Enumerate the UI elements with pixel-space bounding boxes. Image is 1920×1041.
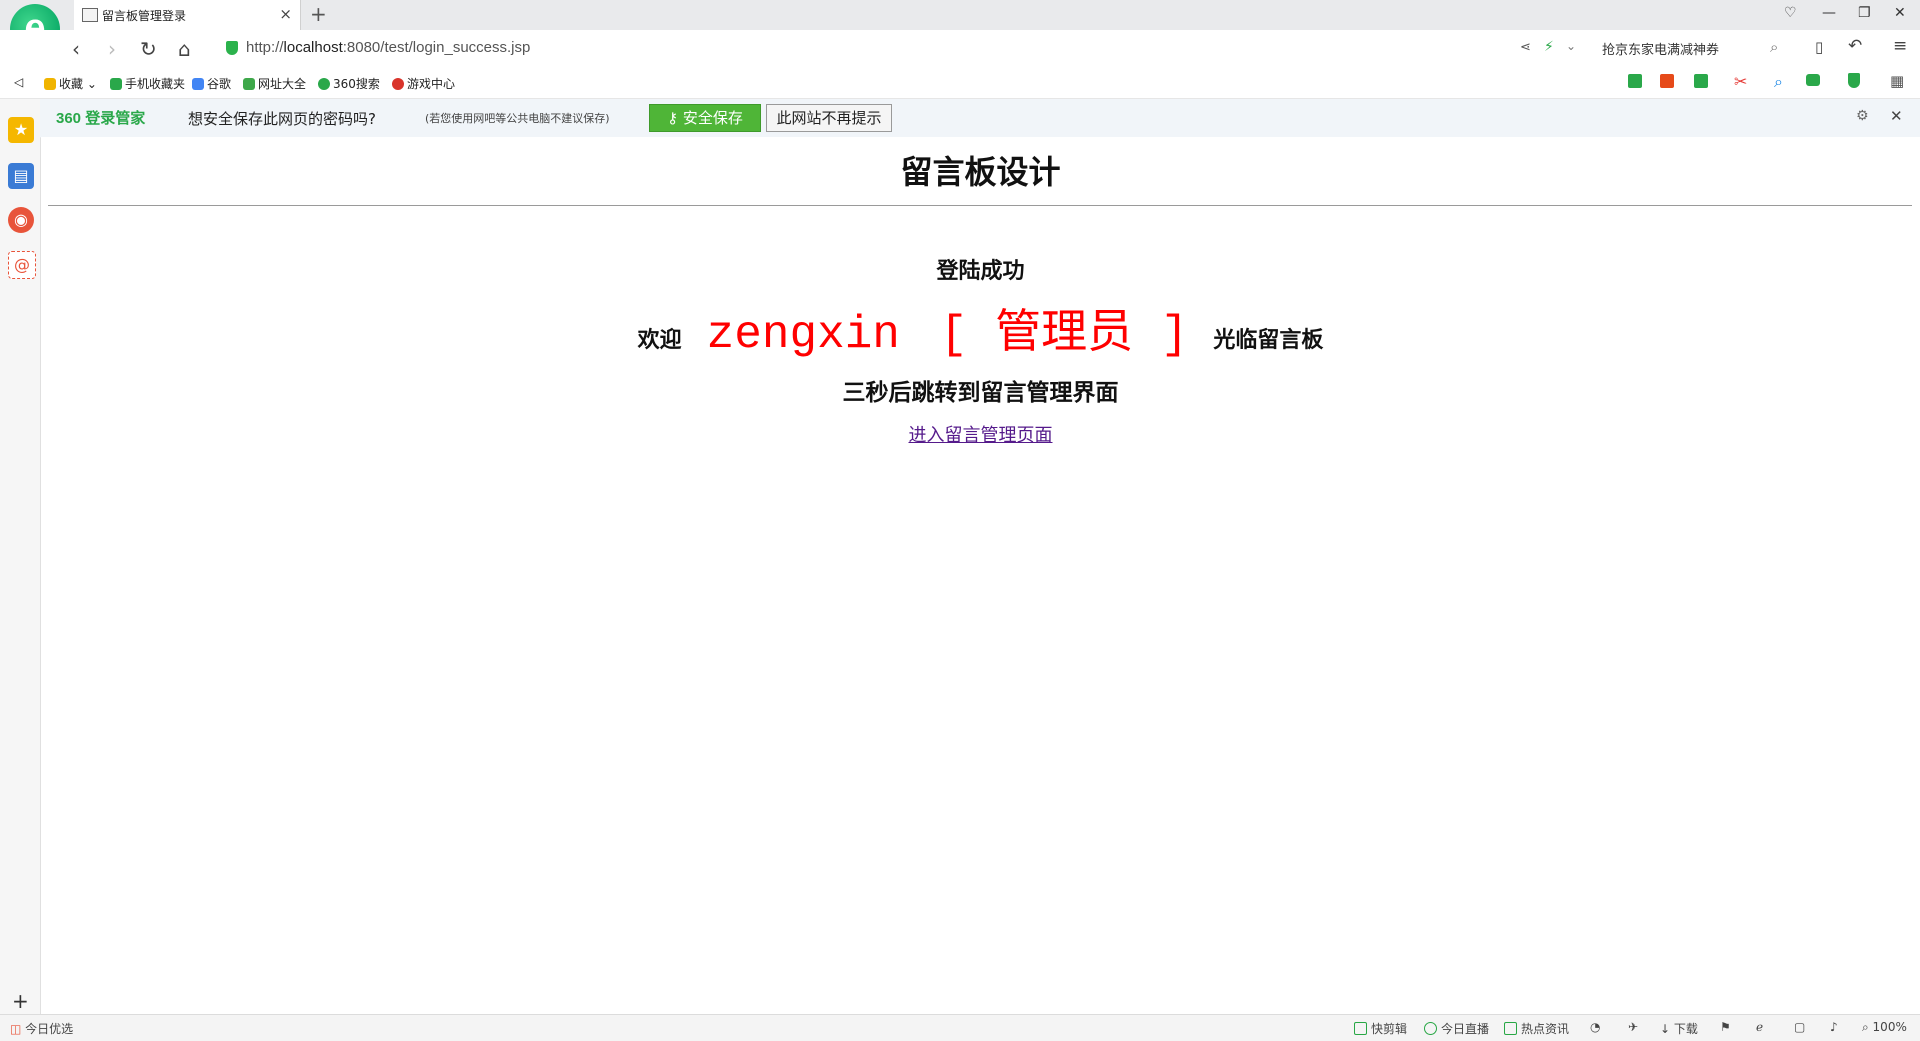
password-note: (若您使用网吧等公共电脑不建议保存) bbox=[425, 112, 610, 125]
window-icon[interactable]: ▢ bbox=[1794, 1020, 1805, 1034]
news-feed-icon bbox=[1504, 1022, 1517, 1035]
flag-icon[interactable]: ⚑ bbox=[1720, 1020, 1731, 1034]
ie-mode-icon[interactable]: ℯ bbox=[1756, 1020, 1763, 1034]
gamepad-icon[interactable] bbox=[1806, 74, 1820, 86]
weibo-icon[interactable]: ◉ bbox=[8, 207, 34, 233]
page-favicon-icon bbox=[82, 8, 98, 22]
reader-icon[interactable] bbox=[1628, 74, 1642, 88]
bookmark-item[interactable]: 网址大全 bbox=[243, 75, 306, 92]
site-nav-icon bbox=[243, 78, 255, 90]
page-content: 留言板设计 登陆成功 欢迎 zengxin [ 管理员 ] 光临留言板 三秒后跳转… bbox=[41, 137, 1920, 1014]
welcome-prefix: 欢迎 bbox=[637, 327, 682, 353]
bookmark-label: 360搜索 bbox=[333, 77, 380, 91]
divider bbox=[48, 205, 1912, 206]
restore-icon[interactable]: ❐ bbox=[1858, 5, 1871, 21]
url-field[interactable]: http://localhost:8080/test/login_success… bbox=[246, 39, 530, 56]
welcome-line: 欢迎 zengxin [ 管理员 ] 光临留言板 bbox=[41, 295, 1920, 361]
status-item[interactable]: 热点资讯 bbox=[1504, 1020, 1569, 1037]
pin-icon[interactable]: ✈ bbox=[1628, 1020, 1638, 1034]
search-suggestion[interactable]: 抢京东家电满减神券 bbox=[1602, 39, 1719, 58]
zoom-control[interactable]: ⌕ 100% bbox=[1862, 1020, 1907, 1035]
browser-tab[interactable]: 留言板管理登录 × bbox=[74, 0, 301, 30]
status-item[interactable]: 今日直播 bbox=[1424, 1020, 1489, 1037]
new-tab-icon[interactable]: + bbox=[310, 2, 327, 26]
reload-icon[interactable]: ↻ bbox=[140, 37, 157, 61]
close-window-icon[interactable]: ✕ bbox=[1894, 5, 1906, 21]
bookmark-item[interactable]: 游戏中心 bbox=[392, 75, 455, 92]
left-sidebar: ★ ▤ ◉ @ + bbox=[0, 99, 41, 1014]
sidebar-toggle-icon[interactable]: ◁ bbox=[14, 75, 23, 89]
favorites-star-icon[interactable]: ★ bbox=[8, 117, 34, 143]
address-bar: ‹ › ↻ ⌂ http://localhost:8080/test/login… bbox=[0, 30, 1920, 69]
menu-icon[interactable]: ≡ bbox=[1893, 36, 1907, 56]
bookmark-item[interactable]: 收藏 ⌄ bbox=[44, 75, 97, 92]
add-sidebar-icon[interactable]: + bbox=[12, 989, 29, 1013]
download-icon: ↓ bbox=[1660, 1022, 1674, 1036]
login-success-heading: 登陆成功 bbox=[936, 258, 1025, 284]
security-shield-icon[interactable] bbox=[1848, 73, 1860, 88]
bookmarks-bar: ◁ 收藏 ⌄ 手机收藏夹 谷歌 网址大全 360搜索 游戏中心 ✂ ⌕ ▦ bbox=[0, 68, 1920, 99]
gear-icon[interactable]: ⚙ bbox=[1856, 108, 1869, 124]
zoom-icon: ⌕ bbox=[1862, 1020, 1873, 1034]
manage-page-link[interactable]: 进入留言管理页面 bbox=[909, 425, 1053, 446]
news-icon[interactable]: ▤ bbox=[8, 163, 34, 189]
secure-shield-icon[interactable] bbox=[226, 41, 238, 55]
search-icon[interactable]: ⌕ bbox=[1770, 38, 1778, 56]
app-icon[interactable] bbox=[1660, 74, 1674, 88]
daily-picks[interactable]: ◫ 今日优选 bbox=[10, 1020, 73, 1037]
entry-link-wrap: 进入留言管理页面 bbox=[41, 421, 1920, 447]
minimize-icon[interactable]: — bbox=[1822, 5, 1836, 21]
bookmark-label: 收藏 bbox=[59, 77, 84, 91]
share-icon[interactable]: ⋖ bbox=[1520, 40, 1531, 55]
translate-icon[interactable] bbox=[1694, 74, 1708, 88]
never-prompt-button[interactable]: 此网站不再提示 bbox=[766, 104, 892, 132]
chevron-down-icon[interactable]: ⌄ bbox=[1566, 39, 1576, 53]
page-title: 留言板设计 bbox=[900, 153, 1061, 191]
forward-icon[interactable]: › bbox=[108, 37, 116, 61]
login-manager-brand: 360 登录管家 bbox=[56, 110, 146, 127]
game-center-icon bbox=[392, 78, 404, 90]
google-icon bbox=[192, 78, 204, 90]
back-icon[interactable]: ‹ bbox=[72, 37, 80, 61]
speed-mode-icon[interactable]: ⚡ bbox=[1544, 39, 1554, 55]
status-bar: ◫ 今日优选 快剪辑 今日直播 热点资讯 ◔ ✈ ↓ 下载 ⚑ ℯ ▢ ♪ ⌕ … bbox=[0, 1014, 1920, 1041]
welcome-suffix: 光临留言板 bbox=[1213, 327, 1324, 353]
bookmark-item[interactable]: 360搜索 bbox=[318, 75, 380, 92]
skin-icon[interactable]: ♡ bbox=[1784, 5, 1797, 21]
apps-grid-icon[interactable]: ▦ bbox=[1890, 72, 1904, 90]
bookmark-item[interactable]: 手机收藏夹 bbox=[110, 75, 185, 92]
mail-at-icon[interactable]: @ bbox=[8, 251, 36, 279]
browser-titlebar: 留言板管理登录 × + ♡ — ❐ ✕ bbox=[0, 0, 1920, 30]
star-icon bbox=[44, 78, 56, 90]
bookmark-item[interactable]: 谷歌 bbox=[192, 75, 231, 92]
password-save-bar: 360 登录管家 想安全保存此网页的密码吗? (若您使用网吧等公共电脑不建议保存… bbox=[40, 99, 1920, 138]
search360-icon bbox=[318, 78, 330, 90]
bookmark-label: 网址大全 bbox=[258, 77, 307, 91]
screenshot-icon[interactable]: ✂ bbox=[1734, 72, 1747, 91]
sound-icon[interactable]: ♪ bbox=[1830, 1020, 1838, 1034]
username: zengxin bbox=[706, 309, 900, 361]
gift-icon: ◫ bbox=[10, 1022, 26, 1036]
tab-title: 留言板管理登录 bbox=[102, 9, 187, 23]
key-icon: ⚷ bbox=[667, 109, 683, 127]
phone-icon bbox=[110, 78, 122, 90]
redirect-message: 三秒后跳转到留言管理界面 bbox=[842, 379, 1119, 406]
live-icon bbox=[1424, 1022, 1437, 1035]
close-bar-icon[interactable]: ✕ bbox=[1890, 107, 1903, 125]
magnifier-icon[interactable]: ⌕ bbox=[1774, 72, 1783, 92]
performance-icon[interactable]: ◔ bbox=[1590, 1020, 1600, 1034]
bookmark-label: 手机收藏夹 bbox=[125, 77, 186, 91]
bookmark-page-icon[interactable]: ▯ bbox=[1815, 38, 1823, 56]
bookmark-label: 游戏中心 bbox=[407, 77, 456, 91]
undo-icon[interactable]: ↶ bbox=[1848, 36, 1862, 56]
home-icon[interactable]: ⌂ bbox=[178, 37, 191, 61]
safe-save-button[interactable]: ⚷ 安全保存 bbox=[649, 104, 761, 132]
status-item[interactable]: ↓ 下载 bbox=[1660, 1020, 1698, 1037]
bookmark-label: 谷歌 bbox=[207, 77, 232, 91]
password-prompt: 想安全保存此网页的密码吗? bbox=[188, 110, 376, 128]
user-role: [ 管理员 ] bbox=[939, 309, 1189, 361]
status-item[interactable]: 快剪辑 bbox=[1354, 1020, 1407, 1037]
video-edit-icon bbox=[1354, 1022, 1367, 1035]
tab-close-icon[interactable]: × bbox=[279, 5, 292, 23]
